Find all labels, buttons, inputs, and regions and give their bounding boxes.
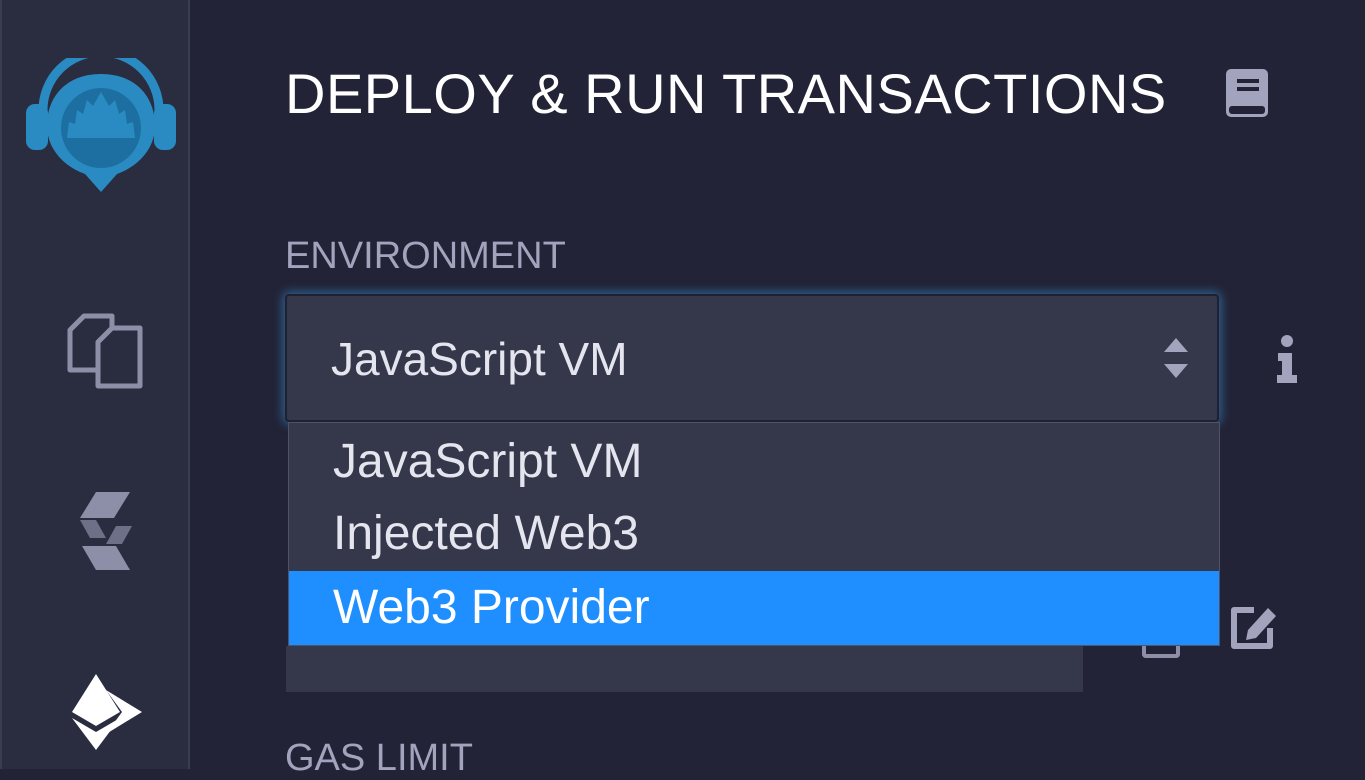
page-title: DEPLOY & RUN TRANSACTIONS — [285, 62, 1167, 126]
environment-selected-value: JavaScript VM — [331, 332, 628, 386]
environment-option-javascript-vm[interactable]: JavaScript VM — [289, 425, 1219, 499]
select-arrows-icon — [1163, 336, 1189, 380]
icon-panel — [0, 0, 190, 769]
copy-icon[interactable] — [1142, 646, 1180, 658]
environment-option-web3-provider[interactable]: Web3 Provider — [289, 571, 1219, 645]
environment-option-injected-web3[interactable]: Injected Web3 — [289, 497, 1219, 571]
info-icon[interactable] — [1276, 335, 1298, 385]
solidity-compiler-icon[interactable] — [80, 492, 132, 572]
environment-select[interactable]: JavaScript VM — [285, 294, 1219, 422]
deploy-run-icon[interactable] — [66, 672, 146, 752]
account-select[interactable] — [286, 646, 1083, 692]
file-explorers-icon[interactable] — [66, 312, 146, 392]
deploy-run-panel: DEPLOY & RUN TRANSACTIONS ENVIRONMENT Ja… — [192, 0, 1365, 769]
environment-dropdown-list: JavaScript VM Injected Web3 Web3 Provide… — [288, 422, 1220, 646]
remix-logo-icon[interactable] — [23, 58, 179, 194]
environment-label: ENVIRONMENT — [285, 234, 566, 278]
gas-limit-label: GAS LIMIT — [285, 736, 473, 780]
documentation-icon[interactable] — [1225, 68, 1269, 120]
edit-icon[interactable] — [1228, 604, 1280, 650]
